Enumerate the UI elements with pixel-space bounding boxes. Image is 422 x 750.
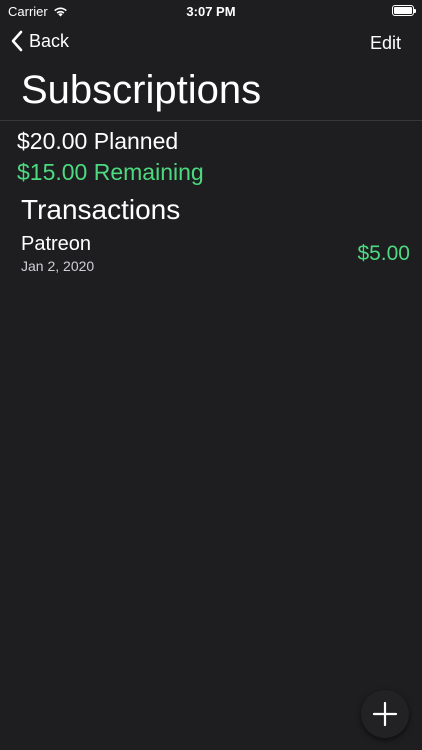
status-bar: Carrier 3:07 PM (0, 0, 422, 22)
battery-icon (392, 5, 416, 16)
transaction-name: Patreon (21, 233, 92, 255)
transactions-heading: Transactions (21, 194, 181, 225)
planned-amount: $20.00 Planned (17, 128, 179, 154)
battery-level (394, 7, 412, 14)
navigation-bar: Back Edit (0, 28, 422, 60)
back-label: Back (29, 30, 70, 51)
back-button[interactable]: Back (10, 30, 69, 52)
remaining-amount: $15.00 Remaining (17, 159, 204, 185)
plus-icon (372, 701, 398, 727)
divider (0, 120, 422, 121)
add-transaction-button[interactable] (361, 690, 409, 738)
chevron-left-icon (10, 30, 23, 52)
edit-button[interactable]: Edit (370, 33, 401, 54)
transaction-row[interactable]: Patreon Jan 2, 2020 $5.00 (0, 232, 422, 278)
page-title: Subscriptions (21, 68, 262, 112)
status-time: 3:07 PM (186, 4, 236, 19)
transaction-date: Jan 2, 2020 (21, 258, 95, 274)
transaction-amount: $5.00 (357, 242, 410, 265)
